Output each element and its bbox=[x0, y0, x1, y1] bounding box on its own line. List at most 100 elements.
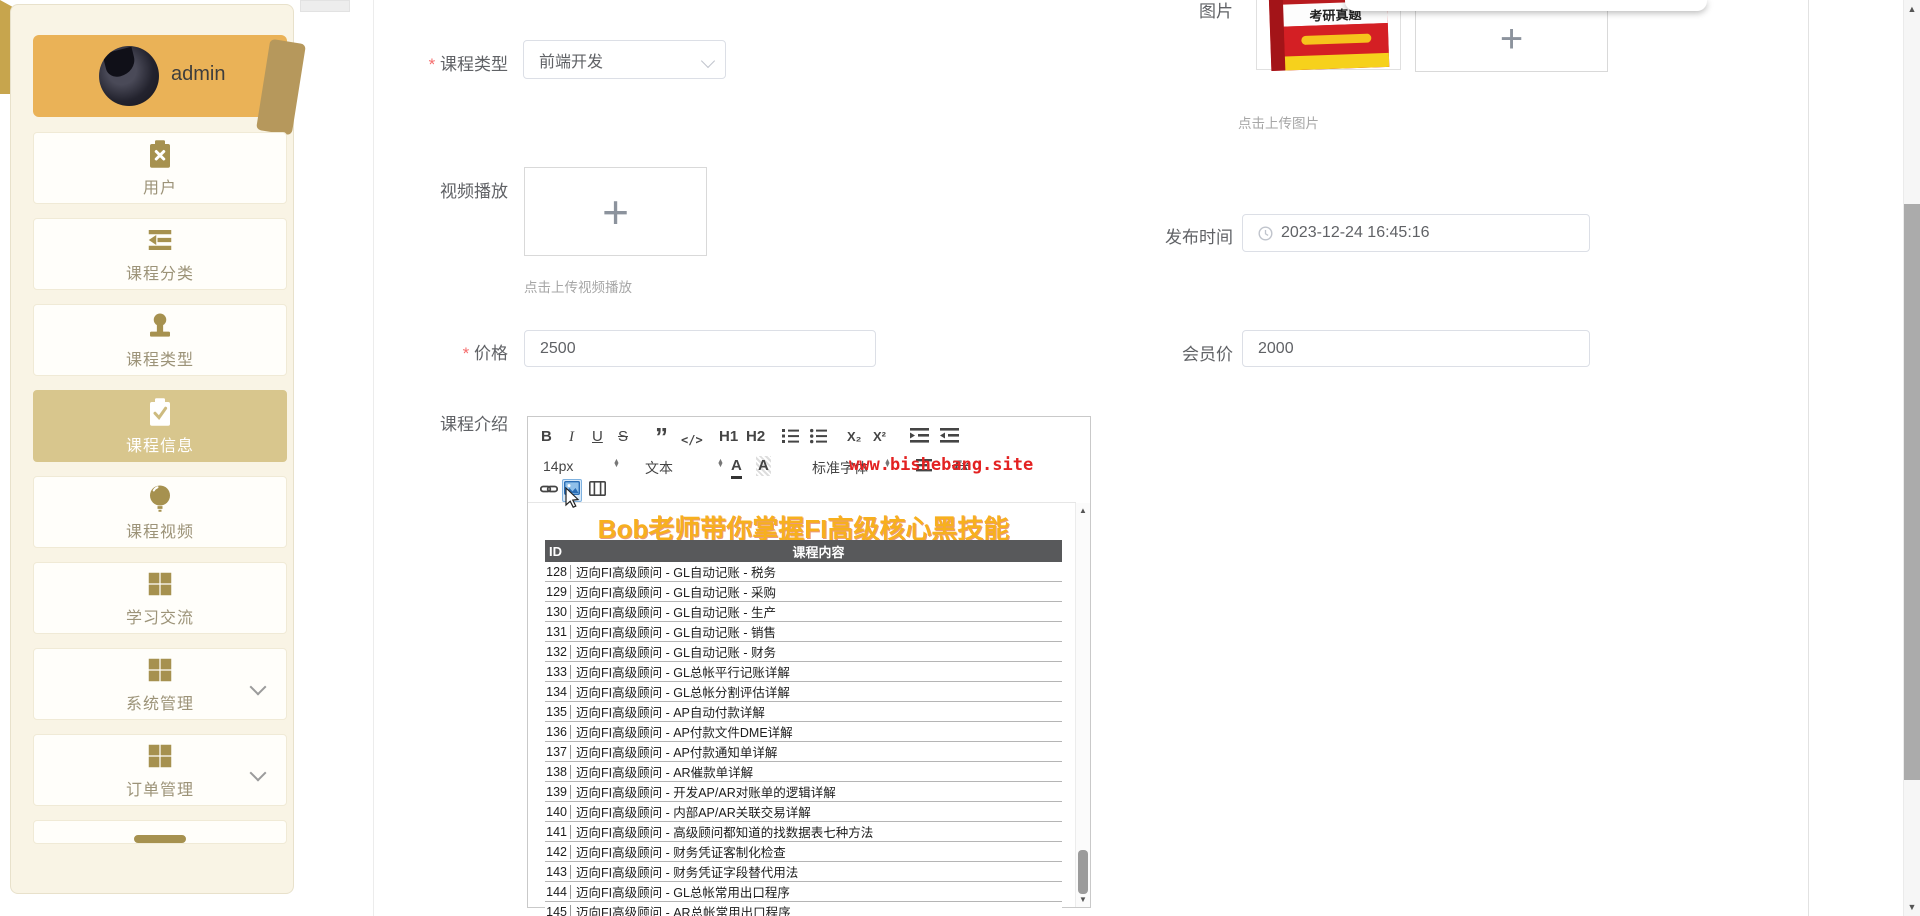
ordered-list-button[interactable] bbox=[782, 428, 799, 444]
publish-time-input[interactable]: 2023-12-24 16:45:16 bbox=[1242, 214, 1590, 252]
row-id: 138 bbox=[545, 765, 571, 779]
scroll-down-icon[interactable]: ▼ bbox=[1076, 895, 1090, 904]
scroll-up-icon[interactable]: ▲ bbox=[1904, 4, 1920, 14]
tablet-icon bbox=[134, 835, 186, 843]
admin-page: admin 用户 课程分类 课程类 bbox=[0, 0, 1920, 916]
table-row: 143 迈向FI高级顾问 - 财务凭证字段替代用法 bbox=[545, 862, 1062, 882]
outdent-button[interactable] bbox=[910, 428, 929, 443]
table-row: 131 迈向FI高级顾问 - GL自动记账 - 销售 bbox=[545, 622, 1062, 642]
price-label: 价格 bbox=[388, 339, 508, 364]
table-row: 144 迈向FI高级顾问 - GL总帐常用出口程序 bbox=[545, 882, 1062, 902]
underline-button[interactable]: U bbox=[592, 427, 603, 447]
table-row: 136 迈向FI高级顾问 - AP付款文件DME详解 bbox=[545, 722, 1062, 742]
picture-upload-box[interactable]: + bbox=[1415, 6, 1608, 72]
row-content: 迈向FI高级顾问 - AR总帐常用出口程序 bbox=[571, 902, 791, 916]
watermark-text: www.bishebang.site bbox=[849, 455, 1033, 475]
member-price-value: 2000 bbox=[1258, 340, 1294, 358]
heading2-button[interactable]: H2 bbox=[746, 427, 765, 447]
row-id: 130 bbox=[545, 605, 571, 619]
bold-button[interactable]: B bbox=[541, 427, 552, 447]
font-color-button[interactable]: A bbox=[731, 456, 742, 479]
row-content: 迈向FI高级顾问 - GL自动记账 - 税务 bbox=[571, 562, 776, 581]
chevron-down-icon bbox=[701, 54, 715, 68]
heading1-button[interactable]: H1 bbox=[719, 427, 738, 447]
price-input[interactable]: 2500 bbox=[524, 330, 876, 367]
sidebar-item-course-type[interactable]: 课程类型 bbox=[33, 304, 287, 376]
stamp-icon bbox=[145, 311, 175, 341]
row-content: 迈向FI高级顾问 - GL总帐常用出口程序 bbox=[571, 882, 790, 901]
link-button[interactable] bbox=[540, 481, 558, 497]
sidebar-item-label: 课程类型 bbox=[126, 346, 194, 370]
user-card[interactable]: admin bbox=[33, 35, 287, 117]
insert-video-button[interactable] bbox=[589, 481, 606, 496]
row-content: 迈向FI高级顾问 - 高级顾问都知道的找数据表七种方法 bbox=[571, 822, 873, 841]
superscript-button[interactable]: X² bbox=[873, 427, 886, 447]
bg-color-button[interactable]: A bbox=[756, 456, 771, 476]
username: admin bbox=[171, 63, 225, 86]
font-size-spinner-icon[interactable]: ▲▼ bbox=[613, 460, 620, 468]
table-row: 128 迈向FI高级顾问 - GL自动记账 - 税务 bbox=[545, 562, 1062, 582]
clipboard-check-icon bbox=[145, 397, 175, 427]
content-left-divider bbox=[373, 0, 374, 916]
grid-icon bbox=[145, 741, 175, 771]
table-row: 132 迈向FI高级顾问 - GL自动记账 - 财务 bbox=[545, 642, 1062, 662]
row-id: 132 bbox=[545, 645, 571, 659]
sidebar-item-label: 用户 bbox=[143, 174, 177, 198]
sidebar-item-label: 课程分类 bbox=[126, 260, 194, 284]
course-table: 128 迈向FI高级顾问 - GL自动记账 - 税务 129 迈向FI高级顾问 … bbox=[545, 562, 1062, 907]
strikethrough-button[interactable]: S bbox=[618, 427, 628, 447]
member-price-input[interactable]: 2000 bbox=[1242, 330, 1590, 367]
clipped-top-element bbox=[300, 0, 350, 12]
table-row: 139 迈向FI高级顾问 - 开发AP/AR对账单的逻辑详解 bbox=[545, 782, 1062, 802]
scroll-up-icon[interactable]: ▲ bbox=[1076, 506, 1090, 515]
table-row: 129 迈向FI高级顾问 - GL自动记账 - 采购 bbox=[545, 582, 1062, 602]
sidebar-item-partial[interactable] bbox=[33, 820, 287, 844]
sidebar-item-course-category[interactable]: 课程分类 bbox=[33, 218, 287, 290]
subscript-button[interactable]: X₂ bbox=[847, 427, 861, 447]
page-scrollbar-thumb[interactable] bbox=[1904, 204, 1920, 780]
sidebar-item-course-video[interactable]: 课程视频 bbox=[33, 476, 287, 548]
course-type-select[interactable]: 前端开发 bbox=[523, 40, 726, 79]
category-list-icon bbox=[145, 225, 175, 255]
row-id: 142 bbox=[545, 845, 571, 859]
sidebar-item-course-info[interactable]: 课程信息 bbox=[33, 390, 287, 462]
video-upload-box[interactable]: + bbox=[524, 167, 707, 256]
table-row: 142 迈向FI高级顾问 - 财务凭证客制化检查 bbox=[545, 842, 1062, 862]
row-id: 128 bbox=[545, 565, 571, 579]
italic-button[interactable]: I bbox=[569, 427, 574, 447]
row-id: 129 bbox=[545, 585, 571, 599]
row-content: 迈向FI高级顾问 - GL自动记账 - 财务 bbox=[571, 642, 776, 661]
chevron-down-icon bbox=[250, 679, 267, 696]
format-spinner-icon[interactable]: ▲▼ bbox=[717, 460, 724, 468]
sidebar-item-system-management[interactable]: 系统管理 bbox=[33, 648, 287, 720]
sidebar-item-users[interactable]: 用户 bbox=[33, 132, 287, 204]
page-scrollbar[interactable]: ▲ ▼ bbox=[1903, 0, 1920, 916]
blockquote-button[interactable]: ” bbox=[655, 430, 668, 444]
row-id: 145 bbox=[545, 905, 571, 916]
video-label: 视频播放 bbox=[388, 177, 508, 202]
row-id: 136 bbox=[545, 725, 571, 739]
scroll-down-icon[interactable]: ▼ bbox=[1904, 902, 1920, 912]
row-content: 迈向FI高级顾问 - AP自动付款详解 bbox=[571, 702, 765, 721]
indent-button[interactable] bbox=[940, 428, 959, 443]
row-id: 137 bbox=[545, 745, 571, 759]
chevron-down-icon bbox=[250, 765, 267, 782]
editor-scrollbar-thumb[interactable] bbox=[1078, 850, 1088, 894]
row-content: 迈向FI高级顾问 - GL总帐分割评估详解 bbox=[571, 682, 790, 701]
user-card-ribbon-decoration bbox=[256, 39, 306, 135]
editor-scrollbar[interactable]: ▲ ▼ bbox=[1075, 503, 1090, 907]
row-id: 133 bbox=[545, 665, 571, 679]
table-row: 130 迈向FI高级顾问 - GL自动记账 - 生产 bbox=[545, 602, 1062, 622]
sidebar-item-study-exchange[interactable]: 学习交流 bbox=[33, 562, 287, 634]
sidebar-item-label: 系统管理 bbox=[126, 690, 194, 714]
row-content: 迈向FI高级顾问 - 财务凭证客制化检查 bbox=[571, 842, 786, 861]
code-button[interactable]: </> bbox=[681, 430, 703, 450]
unordered-list-button[interactable] bbox=[810, 428, 827, 444]
paragraph-format-select[interactable]: 文本 bbox=[645, 458, 673, 478]
sidebar-item-order-management[interactable]: 订单管理 bbox=[33, 734, 287, 806]
course-type-label: 课程类型 bbox=[388, 50, 508, 75]
font-size-select[interactable]: 14px bbox=[543, 458, 573, 474]
publish-time-value: 2023-12-24 16:45:16 bbox=[1281, 224, 1430, 242]
row-id: 140 bbox=[545, 805, 571, 819]
sidebar-item-label: 课程信息 bbox=[126, 432, 194, 456]
